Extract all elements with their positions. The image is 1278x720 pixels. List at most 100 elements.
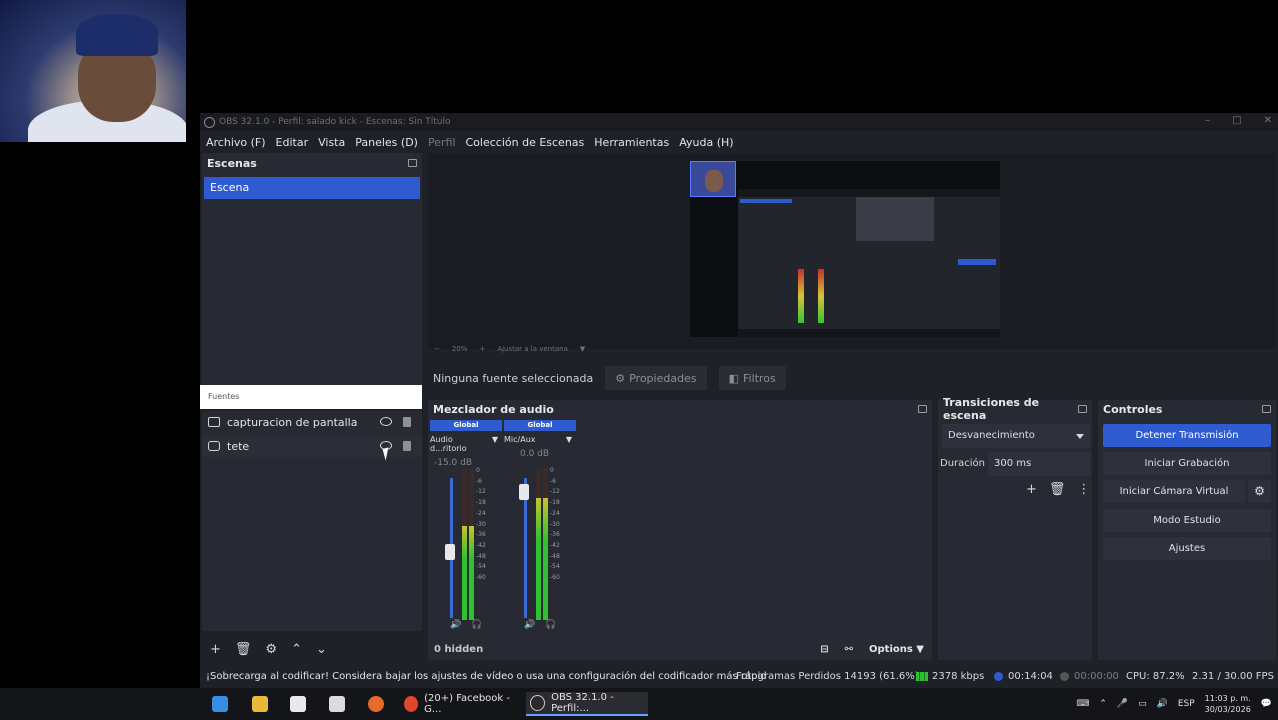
taskbar-app-obs[interactable]: OBS 32.1.0 - Perfil:... (526, 692, 648, 716)
zoom-out-button[interactable]: − (434, 345, 440, 353)
fit-to-window[interactable]: Ajustar a la ventana (497, 345, 568, 353)
channel-name[interactable]: Mic/Aux ▼ (504, 435, 576, 444)
tick: -24 (550, 509, 560, 517)
taskbar-app-label: OBS 32.1.0 - Perfil:... (551, 692, 614, 714)
menu-editar[interactable]: Editar (276, 136, 309, 149)
link-icon[interactable]: ⚯ (845, 644, 853, 655)
speaker-icon[interactable]: 🔊 (524, 620, 535, 630)
lock-icon[interactable] (403, 441, 411, 451)
move-up-button[interactable]: ⌃ (291, 642, 302, 657)
tick: -60 (550, 574, 560, 582)
menu-paneles[interactable]: Paneles (D) (355, 136, 418, 149)
more-icon[interactable]: ⋮ (1077, 482, 1090, 497)
volume-fader-knob[interactable] (519, 484, 529, 500)
channel-name-label: Audio d...ritorio (430, 435, 467, 453)
scene-item-escena[interactable]: Escena (204, 177, 420, 199)
chevron-down-icon[interactable]: ▼ (580, 345, 585, 353)
chevron-down-icon[interactable]: ▼ (566, 435, 572, 444)
transition-select[interactable]: Desvanecimiento (942, 424, 1090, 448)
start-virtual-cam-button[interactable]: Iniciar Cámara Virtual (1103, 480, 1245, 503)
start-recording-button[interactable]: Iniciar Grabación (1103, 452, 1271, 475)
volume-icon[interactable]: 🔊 (1157, 699, 1168, 709)
firefox-icon[interactable] (368, 696, 384, 712)
headphones-icon[interactable]: 🎧 (545, 620, 556, 630)
tick: -30 (550, 520, 560, 528)
preview-webcam-source (690, 161, 736, 197)
layout-icon[interactable]: ⊟ (820, 644, 828, 655)
volume-fader-knob[interactable] (445, 544, 455, 560)
clock-date: 30/03/2026 (1204, 705, 1251, 714)
lock-icon[interactable] (403, 417, 411, 427)
zoom-in-button[interactable]: + (479, 345, 485, 353)
mixer-title: Mezclador de audio (433, 402, 554, 416)
obs-window: OBS 32.1.0 - Perfil: salado kick - Escen… (200, 113, 1278, 688)
menu-coleccion-escenas[interactable]: Colección de Escenas (466, 136, 585, 149)
clock[interactable]: 11:03 p. m. 30/03/2026 (1205, 693, 1251, 715)
studio-mode-button[interactable]: Modo Estudio (1103, 509, 1271, 532)
add-transition-button[interactable]: + (1026, 482, 1037, 497)
channel-name[interactable]: Audio d...ritorio ▼ (430, 435, 502, 453)
obs-logo-icon (204, 116, 215, 128)
undock-icon[interactable] (1078, 405, 1087, 413)
gear-icon[interactable]: ⚙ (1248, 480, 1271, 503)
channel-volume-db: 0.0 dB (520, 449, 550, 459)
preview-area[interactable] (428, 153, 1276, 349)
properties-button[interactable]: ⚙ Propiedades (605, 366, 707, 390)
duration-field[interactable]: 300 ms (988, 452, 1090, 476)
mixer-channel-desktop-audio: Global Audio d...ritorio ▼ -15.0 dB 0 -6… (430, 420, 502, 634)
keyboard-icon[interactable]: ⌨ (1076, 699, 1089, 709)
undock-icon[interactable] (408, 159, 417, 167)
close-button[interactable]: ✕ (1264, 115, 1272, 126)
speaker-icon[interactable]: 🔊 (450, 620, 461, 630)
chevron-up-icon[interactable]: ⌃ (1099, 699, 1107, 709)
trash-icon[interactable]: 🗑 (1049, 482, 1066, 497)
tick: -18 (476, 499, 486, 507)
gear-icon[interactable]: ⚙ (265, 642, 277, 657)
stop-stream-button[interactable]: Detener Transmisión (1103, 424, 1271, 447)
undock-icon[interactable] (1262, 405, 1271, 413)
tick: 0 (550, 467, 554, 474)
taskbar: (20+) Facebook - G... OBS 32.1.0 - Perfi… (0, 688, 1278, 720)
channel-badge: Global (504, 420, 576, 431)
microphone-icon[interactable]: 🎤 (1117, 699, 1128, 709)
notification-icon[interactable]: 💬 (1261, 699, 1272, 709)
status-bar: ¡Sobrecarga al codificar! Considera baja… (200, 665, 1278, 687)
mixer-channel-mic: Global Mic/Aux ▼ 0.0 dB 0 -6 -12 -18 -24… (504, 420, 576, 634)
headphones-icon[interactable]: 🎧 (471, 620, 482, 630)
menu-perfil[interactable]: Perfil (428, 136, 456, 149)
chevron-down-icon[interactable]: ▼ (492, 435, 498, 453)
mail-icon[interactable] (329, 696, 345, 712)
preview-canvas (690, 161, 1000, 337)
language-indicator[interactable]: ESP (1178, 699, 1195, 709)
windows-start-icon[interactable] (212, 696, 228, 712)
taskbar-app-chrome[interactable]: (20+) Facebook - G... (400, 692, 518, 716)
add-source-button[interactable]: + (210, 642, 221, 657)
trash-icon[interactable]: 🗑 (235, 642, 252, 657)
move-down-button[interactable]: ⌄ (316, 642, 327, 657)
options-button[interactable]: Options ▼ (869, 644, 924, 655)
menu-herramientas[interactable]: Herramientas (594, 136, 669, 149)
undock-icon[interactable] (918, 405, 927, 413)
rec-time: 00:00:00 (1060, 671, 1119, 682)
menu-vista[interactable]: Vista (318, 136, 345, 149)
window-title: OBS 32.1.0 - Perfil: salado kick - Escen… (219, 117, 451, 127)
maximize-button[interactable]: □ (1232, 115, 1241, 126)
fps: 2.31 / 30.00 FPS (1192, 670, 1274, 682)
tick: -42 (550, 541, 560, 549)
menu-ayuda[interactable]: Ayuda (H) (679, 136, 733, 149)
title-bar: OBS 32.1.0 - Perfil: salado kick - Escen… (200, 113, 1278, 131)
transitions-title: Transiciones de escena (943, 396, 1040, 422)
monitor-icon (208, 417, 220, 427)
eye-icon[interactable] (380, 417, 392, 426)
file-explorer-icon[interactable] (252, 696, 268, 712)
tick: -36 (476, 531, 486, 539)
menu-archivo[interactable]: Archivo (F) (206, 136, 266, 149)
store-icon[interactable] (290, 696, 306, 712)
network-icon[interactable]: ▭ (1138, 699, 1147, 709)
settings-button[interactable]: Ajustes (1103, 537, 1271, 560)
filters-button[interactable]: ◧ Filtros (718, 366, 786, 390)
controls-title: Controles (1103, 402, 1163, 416)
minimize-button[interactable]: – (1205, 115, 1210, 126)
source-item-screen-capture[interactable]: capturacion de pantalla (202, 411, 422, 433)
preview-zoom-bar: − 20% + Ajustar a la ventana ▼ (428, 342, 585, 356)
